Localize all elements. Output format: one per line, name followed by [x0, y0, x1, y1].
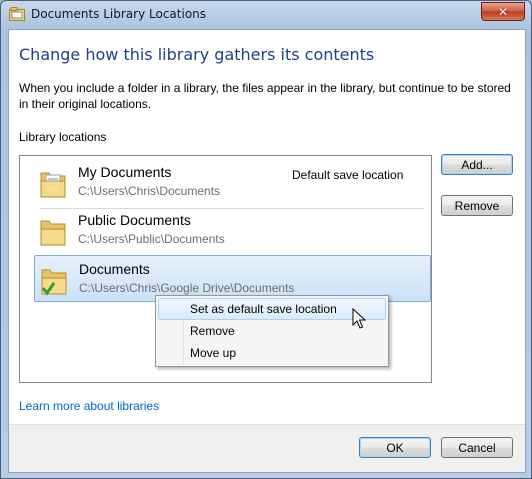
menu-item-move-up[interactable]: Move up [158, 342, 386, 364]
default-save-badge: Default save location [292, 168, 404, 182]
add-button[interactable]: Add... [441, 154, 513, 175]
dialog-content: Change how this library gathers its cont… [8, 29, 526, 473]
location-path: C:\Users\Chris\Documents [78, 184, 221, 198]
location-name: Public Documents [78, 212, 191, 228]
location-name: Documents [79, 261, 150, 277]
menu-item-label: Set as default save location [190, 302, 337, 316]
location-path: C:\Users\Chris\Google Drive\Documents [79, 281, 295, 295]
dialog-window: Documents Library Locations ✕ Change how… [0, 0, 532, 479]
ok-button[interactable]: OK [359, 437, 431, 458]
description-text: When you include a folder in a library, … [19, 81, 511, 111]
library-locations-label: Library locations [19, 130, 107, 144]
library-icon [9, 7, 25, 21]
list-item[interactable]: Public Documents C:\Users\Public\Documen… [34, 207, 431, 254]
dialog-footer: OK Cancel [9, 424, 525, 472]
mouse-cursor-icon [352, 308, 366, 329]
close-icon: ✕ [497, 4, 509, 19]
location-path: C:\Users\Public\Documents [78, 232, 225, 246]
location-name: My Documents [78, 164, 172, 180]
close-button[interactable]: ✕ [481, 2, 525, 21]
menu-item-label: Move up [190, 346, 237, 360]
context-menu: Set as default save location Remove Move… [155, 295, 389, 367]
list-item[interactable]: My Documents C:\Users\Chris\Documents De… [34, 159, 431, 206]
cancel-button[interactable]: Cancel [441, 437, 513, 458]
folder-with-document-icon [40, 172, 66, 198]
page-title: Change how this library gathers its cont… [19, 45, 375, 64]
learn-more-link[interactable]: Learn more about libraries [19, 399, 159, 413]
folder-synced-icon [41, 269, 67, 296]
window-title: Documents Library Locations [31, 7, 207, 21]
menu-item-label: Remove [190, 324, 235, 338]
title-bar[interactable]: Documents Library Locations ✕ [1, 1, 531, 29]
folder-icon [40, 220, 66, 246]
remove-button[interactable]: Remove [441, 195, 513, 216]
